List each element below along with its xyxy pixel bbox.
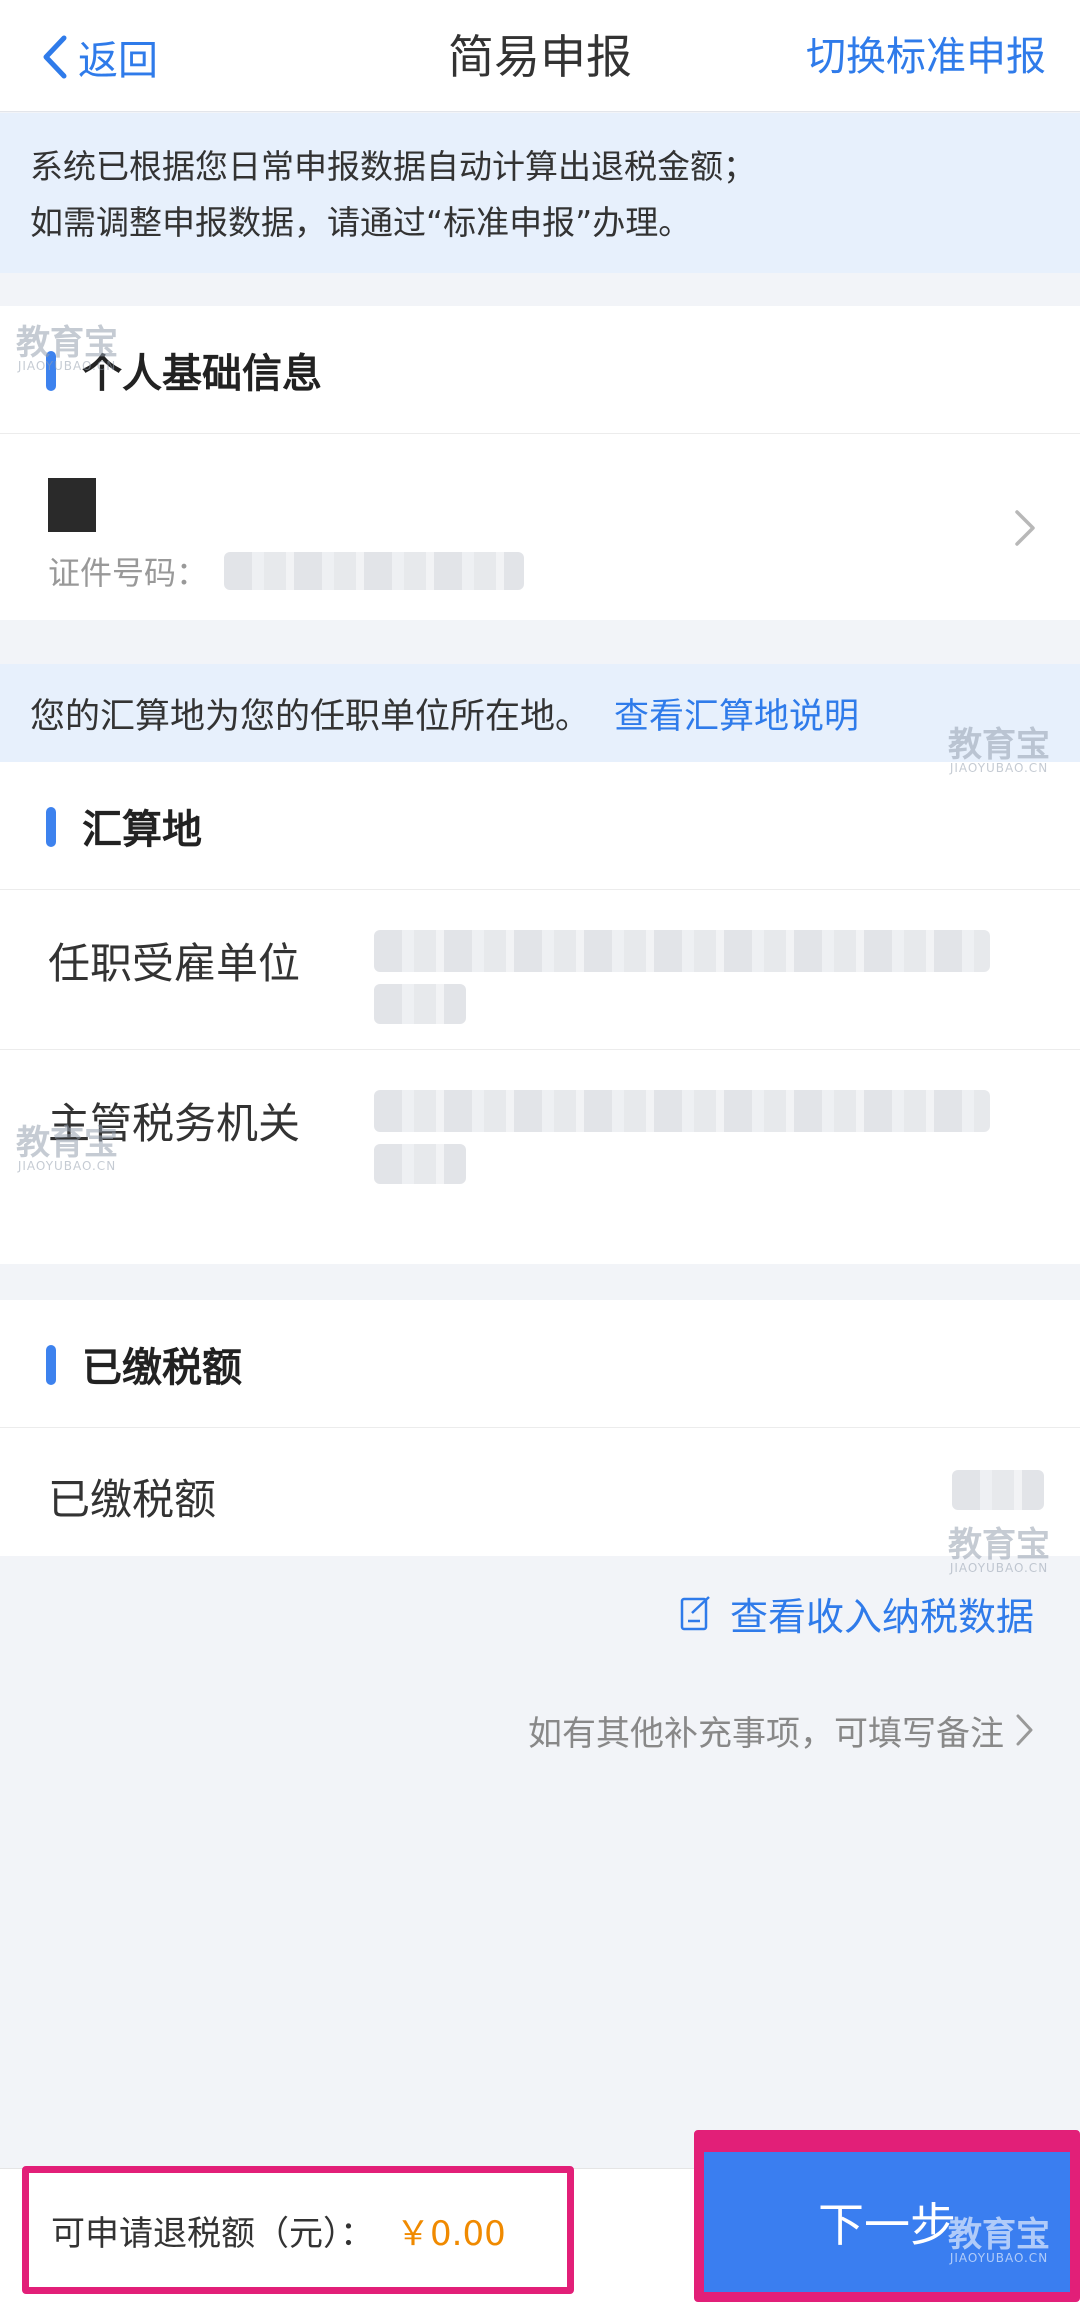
- settlement-info-strip: 您的汇算地为您的任职单位所在地。 查看汇算地说明: [0, 664, 1080, 762]
- watermark-title: 教育宝: [16, 1123, 118, 1163]
- tax-office-row: 主管税务机关: [0, 1050, 1080, 1210]
- settlement-title: 汇算地: [82, 806, 202, 853]
- edit-document-icon: [680, 1596, 710, 1631]
- personal-info-card: 个人基础信息 证件号码：: [0, 306, 1080, 620]
- personal-info-title: 个人基础信息: [82, 350, 322, 397]
- watermark: 教育宝 JIAOYUBAO.CN: [948, 2218, 1050, 2264]
- watermark-title: 教育宝: [948, 725, 1050, 765]
- employer-row: 任职受雇单位: [0, 890, 1080, 1050]
- watermark-title: 教育宝: [948, 2215, 1050, 2255]
- switch-standard-button[interactable]: 切换标准申报: [806, 22, 1046, 92]
- settlement-heading: 汇算地: [0, 762, 1080, 890]
- chevron-right-icon: [1015, 510, 1035, 546]
- section-marker: [46, 1345, 56, 1385]
- watermark-domain: JIAOYUBAO.CN: [17, 359, 117, 373]
- name-redacted: [48, 478, 96, 532]
- section-marker: [46, 807, 56, 847]
- paid-tax-card: 已缴税额 已缴税额: [0, 1300, 1080, 1556]
- remark-link[interactable]: 如有其他补充事项，可填写备注: [528, 1700, 1034, 1760]
- watermark-domain: JIAOYUBAO.CN: [949, 2251, 1049, 2265]
- refund-amount-box: 可申请退税额（元）： ￥0.00: [22, 2166, 574, 2294]
- watermark-domain: JIAOYUBAO.CN: [949, 1561, 1049, 1575]
- watermark: 教育宝 JIAOYUBAO.CN: [16, 1126, 118, 1172]
- watermark: 教育宝 JIAOYUBAO.CN: [16, 326, 118, 372]
- id-number-label: 证件号码：: [48, 554, 209, 592]
- employer-redacted: [374, 930, 990, 972]
- watermark-title: 教育宝: [948, 1525, 1050, 1565]
- watermark-title: 教育宝: [16, 323, 118, 363]
- refund-amount: ￥0.00: [396, 2213, 506, 2254]
- employer-label: 任职受雇单位: [48, 939, 301, 988]
- watermark-domain: JIAOYUBAO.CN: [17, 1159, 117, 1173]
- settlement-info-text: 您的汇算地为您的任职单位所在地。: [30, 696, 591, 737]
- view-income-tax-data-link[interactable]: 查看收入纳税数据: [680, 1580, 1034, 1646]
- notice-line-1: 系统已根据您日常申报数据自动计算出退税金额；: [30, 147, 756, 186]
- id-number-redacted: [224, 552, 524, 590]
- auto-calc-notice: 系统已根据您日常申报数据自动计算出退税金额； 如需调整申报数据，请通过“标准申报…: [0, 113, 1080, 273]
- nav-bar: 返回 简易申报 切换标准申报: [0, 0, 1080, 112]
- paid-tax-label: 已缴税额: [48, 1475, 217, 1524]
- watermark: 教育宝 JIAOYUBAO.CN: [948, 728, 1050, 774]
- remark-label: 如有其他补充事项，可填写备注: [528, 1713, 1004, 1754]
- personal-info-heading: 个人基础信息: [0, 306, 1080, 434]
- notice-line-2: 如需调整申报数据，请通过“标准申报”办理。: [30, 203, 692, 242]
- chevron-right-icon: [1016, 1714, 1033, 1746]
- view-data-label: 查看收入纳税数据: [729, 1594, 1034, 1639]
- paid-tax-title: 已缴税额: [82, 1344, 242, 1391]
- watermark: 教育宝 JIAOYUBAO.CN: [948, 1528, 1050, 1574]
- tax-office-redacted: [374, 1090, 990, 1132]
- paid-tax-amount-redacted: [952, 1470, 1044, 1510]
- watermark-domain: JIAOYUBAO.CN: [949, 761, 1049, 775]
- settlement-explain-link[interactable]: 查看汇算地说明: [614, 688, 859, 739]
- paid-tax-heading: 已缴税额: [0, 1300, 1080, 1428]
- personal-info-row[interactable]: 证件号码：: [0, 434, 1080, 620]
- settlement-card: 汇算地 任职受雇单位 主管税务机关: [0, 762, 1080, 1264]
- paid-tax-row: 已缴税额: [0, 1428, 1080, 1558]
- tax-office-redacted-2: [374, 1144, 466, 1184]
- employer-redacted-2: [374, 984, 466, 1024]
- refund-label: 可申请退税额（元）：: [51, 2213, 374, 2254]
